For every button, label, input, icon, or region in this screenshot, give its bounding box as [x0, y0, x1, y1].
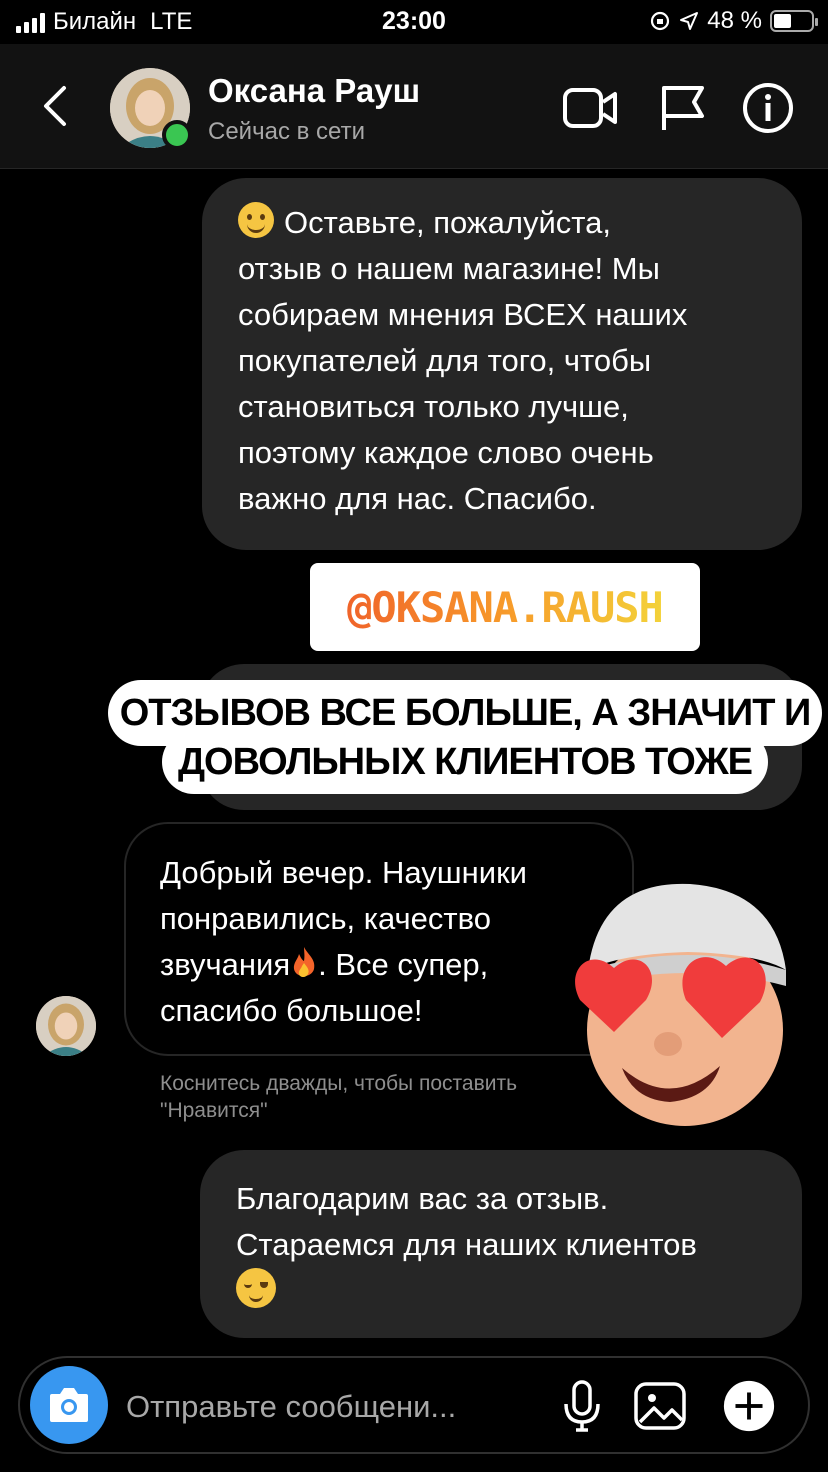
message-line: поэтому каждое слово очень	[238, 435, 654, 470]
message-line: спасибо большое!	[160, 993, 423, 1028]
message-outgoing[interactable]: Оставьте, пожалуйста, отзыв о нашем мага…	[202, 178, 802, 550]
message-line: Благодарим вас за отзыв.	[236, 1181, 609, 1216]
battery-percent: 48 %	[707, 7, 762, 34]
message-text: . Все супер,	[318, 947, 489, 982]
message-input[interactable]	[124, 1378, 548, 1436]
status-bar: Билайн LTE 23:00 48 %	[0, 0, 828, 44]
microphone-icon[interactable]	[556, 1378, 608, 1434]
gallery-icon[interactable]	[632, 1378, 688, 1434]
message-line: звучания . Все супер,	[160, 942, 602, 988]
flag-icon[interactable]	[656, 82, 712, 134]
relieved-face-icon	[236, 1268, 276, 1308]
info-icon[interactable]	[740, 82, 796, 134]
message-composer	[18, 1356, 810, 1454]
camera-icon	[50, 1388, 88, 1422]
message-line: отзыв о нашем магазине! Мы	[238, 251, 660, 286]
message-line	[236, 1268, 782, 1315]
contact-name[interactable]: Оксана Рауш	[208, 72, 420, 110]
message-line: Стараемся для наших клиентов	[236, 1227, 697, 1262]
message-outgoing[interactable]: Благодарим вас за отзыв. Стараемся для н…	[200, 1150, 802, 1338]
battery-icon	[770, 10, 818, 32]
online-indicator	[162, 120, 192, 150]
message-text: звучания	[160, 947, 291, 982]
orientation-lock-icon	[651, 11, 670, 31]
smiling-face-icon	[238, 202, 274, 238]
sender-avatar[interactable]	[36, 996, 96, 1056]
message-line: покупателей для того, чтобы	[238, 343, 652, 378]
location-icon	[680, 12, 699, 30]
handle-text: @OKSANA.RAUSH	[347, 582, 664, 632]
camera-button[interactable]	[30, 1366, 108, 1444]
back-icon[interactable]	[38, 82, 72, 130]
message-line: Оставьте, пожалуйста,	[238, 200, 782, 246]
video-call-icon[interactable]	[562, 82, 618, 134]
caption-line: ДОВОЛЬНЫХ КЛИЕНТОВ ТОЖЕ	[162, 730, 768, 794]
contact-status: Сейчас в сети	[208, 118, 365, 145]
message-incoming[interactable]: Добрый вечер. Наушники понравились, каче…	[124, 822, 634, 1056]
message-line: понравились, качество	[160, 901, 491, 936]
message-line: важно для нас. Спасибо.	[238, 481, 597, 516]
chat-header: Оксана Рауш Сейчас в сети	[0, 44, 828, 169]
battery-fill	[774, 14, 791, 28]
plus-icon[interactable]	[720, 1378, 778, 1434]
message-line: собираем мнения ВСЕХ наших	[238, 297, 688, 332]
message-text: Оставьте, пожалуйста,	[284, 205, 611, 240]
message-line: Добрый вечер. Наушники	[160, 855, 527, 890]
double-tap-like-hint: Коснитесь дважды, чтобы поставить "Нрави…	[160, 1072, 518, 1122]
status-right: 48 %	[649, 7, 818, 35]
contact-avatar-wrap[interactable]	[110, 68, 192, 150]
memoji-heart-eyes-sticker	[575, 883, 786, 1126]
handle-sticker: @OKSANA.RAUSH	[310, 563, 700, 651]
fire-icon	[293, 947, 315, 977]
message-line: становиться только лучше,	[238, 389, 629, 424]
